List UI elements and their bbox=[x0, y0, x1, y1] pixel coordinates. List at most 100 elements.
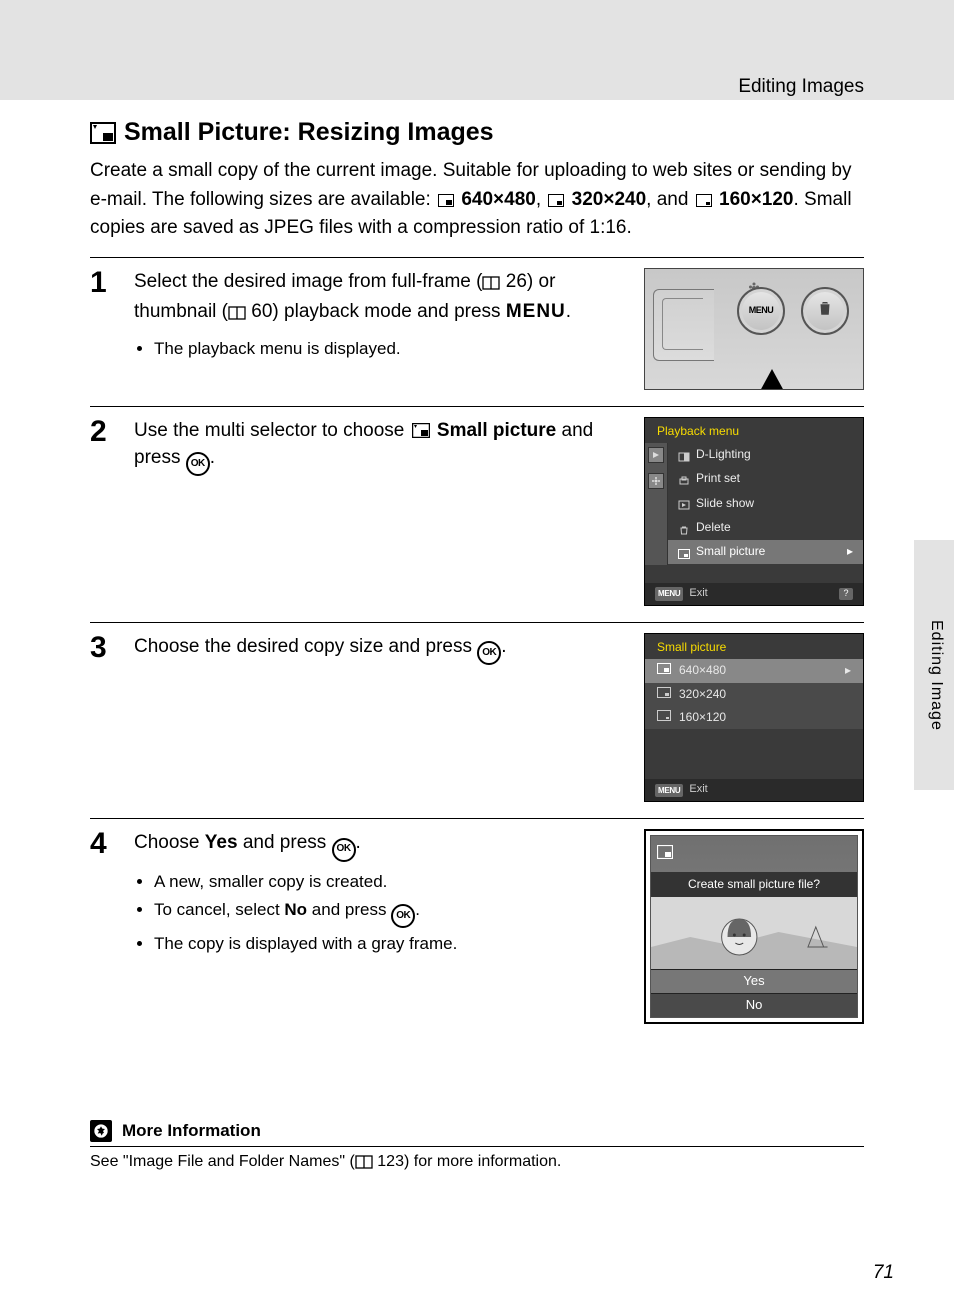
lcd-menu-list: D-Lighting Print set Slide show Delete S… bbox=[668, 443, 863, 565]
step4-bullet-1: To cancel, select No and press OK. bbox=[154, 898, 624, 928]
lcd-title: Playback menu bbox=[645, 418, 863, 443]
size-label-0: 640×480 bbox=[679, 662, 726, 679]
confirm-question: Create small picture file? bbox=[651, 872, 857, 897]
step2-b: Small picture bbox=[437, 420, 556, 441]
step-1-number: 1 bbox=[90, 268, 116, 390]
trash-icon bbox=[678, 523, 690, 533]
step3-b: . bbox=[501, 636, 506, 657]
step1-ref1: 26 bbox=[506, 271, 527, 292]
step-4-instruction: Choose Yes and press OK. bbox=[134, 829, 624, 861]
setup-tab-icon bbox=[648, 473, 664, 489]
ok-button-icon: OK bbox=[477, 641, 501, 665]
dlighting-icon bbox=[678, 450, 690, 460]
intro-sep2: , and bbox=[646, 189, 694, 210]
confirm-yes: Yes bbox=[651, 969, 857, 993]
slideshow-icon bbox=[678, 498, 690, 508]
chevron-right-icon: ▸ bbox=[847, 543, 853, 560]
size-icon-160 bbox=[696, 194, 712, 207]
step1-menu: MENU bbox=[506, 301, 566, 322]
step-1: 1 Select the desired image from full-fra… bbox=[90, 257, 864, 406]
step1-a: Select the desired image from full-frame… bbox=[134, 271, 482, 292]
lcd-exit-label: Exit bbox=[689, 782, 707, 798]
menu-item-smallpicture: Small picture ▸ bbox=[668, 540, 863, 564]
lcd-playback-menu: Playback menu D-Lighting Print set Slide… bbox=[644, 417, 864, 606]
step-1-instruction: Select the desired image from full-frame… bbox=[134, 268, 624, 329]
step-2-number: 2 bbox=[90, 417, 116, 606]
step-3-number: 3 bbox=[90, 633, 116, 803]
ok-button-icon: OK bbox=[186, 452, 210, 476]
size-icon-320 bbox=[548, 194, 564, 207]
lcd-title: Small picture bbox=[645, 634, 863, 659]
step-2: 2 Use the multi selector to choose Small… bbox=[90, 406, 864, 622]
intro-text: Create a small copy of the current image… bbox=[90, 157, 864, 243]
intro-sep1: , bbox=[536, 189, 547, 210]
step-4: 4 Choose Yes and press OK. A new, smalle… bbox=[90, 818, 864, 1040]
menu-label-3: Delete bbox=[696, 519, 731, 536]
more-information-section: More Information See "Image File and Fol… bbox=[90, 1120, 864, 1174]
step-4-number: 4 bbox=[90, 829, 116, 1024]
help-icon: ? bbox=[839, 588, 853, 600]
lcd-size-menu: Small picture 640×480▸ 320×240 160×120 M… bbox=[644, 633, 864, 803]
book-icon bbox=[482, 271, 500, 299]
print-icon bbox=[678, 474, 690, 484]
moreinfo-post: ) for more information. bbox=[404, 1153, 561, 1170]
step1-d: . bbox=[566, 301, 571, 322]
step4-b: and press bbox=[238, 832, 332, 853]
menu-item-delete: Delete bbox=[668, 516, 863, 540]
size-icon bbox=[657, 709, 671, 726]
step4-c: . bbox=[356, 832, 361, 853]
size-option-160: 160×120 bbox=[645, 706, 863, 729]
step-2-instruction: Use the multi selector to choose Small p… bbox=[134, 417, 624, 477]
intro-size1: 640×480 bbox=[461, 189, 536, 210]
page-number: 71 bbox=[873, 1262, 894, 1284]
step-3: 3 Choose the desired copy size and press… bbox=[90, 622, 864, 819]
step-3-instruction: Choose the desired copy size and press O… bbox=[134, 633, 624, 665]
size-icon bbox=[657, 662, 671, 679]
ok-button-icon: OK bbox=[391, 904, 415, 928]
step4-yes: Yes bbox=[205, 832, 238, 853]
size-icon-640 bbox=[438, 194, 454, 207]
moreinfo-pre: See "Image File and Folder Names" ( bbox=[90, 1153, 355, 1170]
lcd-exit-label: Exit bbox=[689, 586, 707, 602]
size-option-320: 320×240 bbox=[645, 683, 863, 706]
intro-size3: 160×120 bbox=[719, 189, 794, 210]
playback-tab-icon bbox=[648, 447, 664, 463]
camera-menu-button: MENU bbox=[737, 287, 785, 335]
info-icon bbox=[90, 1120, 112, 1142]
step4-bullet-2: The copy is displayed with a gray frame. bbox=[154, 932, 624, 957]
step-1-bullets: The playback menu is displayed. bbox=[134, 337, 624, 362]
confirm-dialog: Create small picture file? bbox=[644, 829, 864, 1024]
menu-badge: MENU bbox=[655, 784, 683, 798]
lcd-footer: MENU Exit bbox=[645, 779, 863, 801]
lcd-footer: MENU Exit ? bbox=[645, 583, 863, 605]
menu-item-printset: Print set bbox=[668, 467, 863, 491]
step4-a: Choose bbox=[134, 832, 205, 853]
small-picture-icon bbox=[90, 122, 116, 144]
moreinfo-ref: 123 bbox=[377, 1153, 404, 1170]
menu-label-0: D-Lighting bbox=[696, 446, 751, 463]
step1-bullet-0: The playback menu is displayed. bbox=[154, 337, 624, 362]
camera-delete-button bbox=[801, 287, 849, 335]
menu-label-4: Small picture bbox=[696, 543, 765, 560]
size-option-640: 640×480▸ bbox=[645, 659, 863, 682]
size-icon bbox=[657, 686, 671, 703]
page-title: Small Picture: Resizing Images bbox=[90, 118, 864, 147]
step2-a: Use the multi selector to choose bbox=[134, 420, 410, 441]
step3-a: Choose the desired copy size and press bbox=[134, 636, 477, 657]
book-icon bbox=[228, 301, 246, 329]
step-4-bullets: A new, smaller copy is created. To cance… bbox=[134, 870, 624, 958]
step2-d: . bbox=[210, 447, 215, 468]
step4-bullet-0: A new, smaller copy is created. bbox=[154, 870, 624, 895]
more-info-body: See "Image File and Folder Names" ( 123)… bbox=[90, 1153, 864, 1174]
lcd-sidebar bbox=[645, 443, 668, 565]
book-icon bbox=[355, 1155, 373, 1174]
step1-ref2: 60 bbox=[251, 301, 272, 322]
confirm-preview-image bbox=[651, 897, 857, 969]
small-picture-icon bbox=[678, 547, 690, 557]
menu-label-1: Print set bbox=[696, 470, 740, 487]
menu-item-dlighting: D-Lighting bbox=[668, 443, 863, 467]
more-info-title: More Information bbox=[122, 1121, 261, 1141]
size-label-1: 320×240 bbox=[679, 686, 726, 703]
small-picture-icon bbox=[412, 423, 430, 438]
confirm-no: No bbox=[651, 993, 857, 1017]
